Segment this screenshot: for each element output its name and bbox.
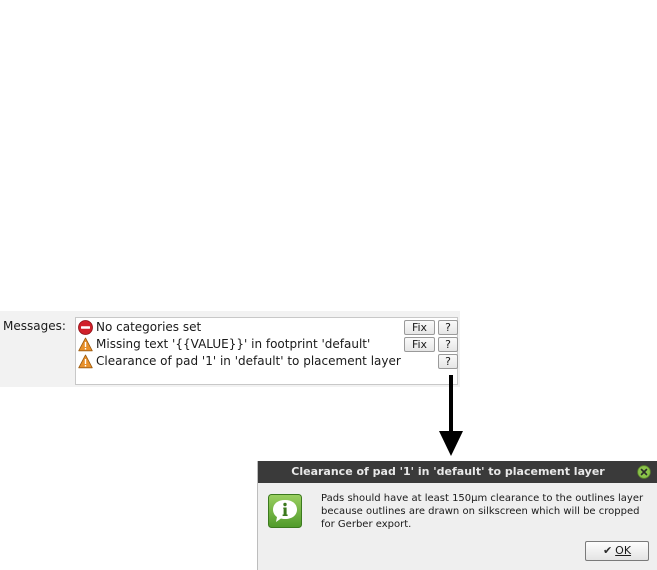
info-icon xyxy=(268,494,302,528)
message-text: Clearance of pad '1' in 'default' to pla… xyxy=(96,354,401,368)
ok-button[interactable]: ✔ OK xyxy=(585,541,649,561)
warning-icon xyxy=(78,337,93,352)
dialog-title: Clearance of pad '1' in 'default' to pla… xyxy=(291,465,605,478)
help-button[interactable]: ? xyxy=(438,337,458,352)
check-icon: ✔ xyxy=(602,544,613,557)
close-icon[interactable] xyxy=(637,465,651,479)
arrow-down-icon xyxy=(439,375,463,456)
ok-button-label: OK xyxy=(615,544,632,557)
messages-label: Messages: xyxy=(3,319,66,333)
fix-button[interactable]: Fix xyxy=(404,320,435,335)
error-icon xyxy=(78,320,93,335)
dialog-message: Pads should have at least 150µm clearanc… xyxy=(321,493,644,530)
messages-panel: Messages: No categories set Fix ? Missin… xyxy=(0,311,460,387)
warning-icon xyxy=(78,354,93,369)
help-button[interactable]: ? xyxy=(438,354,458,369)
message-row-warning[interactable]: Clearance of pad '1' in 'default' to pla… xyxy=(76,353,458,370)
info-dialog: Clearance of pad '1' in 'default' to pla… xyxy=(257,461,657,570)
message-row-warning[interactable]: Missing text '{{VALUE}}' in footprint 'd… xyxy=(76,336,458,353)
message-text: No categories set xyxy=(96,320,202,334)
message-row-error[interactable]: No categories set Fix ? xyxy=(76,319,458,336)
help-button[interactable]: ? xyxy=(438,320,458,335)
fix-button[interactable]: Fix xyxy=(404,337,435,352)
messages-list: No categories set Fix ? Missing text '{{… xyxy=(75,317,458,385)
dialog-titlebar[interactable]: Clearance of pad '1' in 'default' to pla… xyxy=(258,461,657,483)
message-text: Missing text '{{VALUE}}' in footprint 'd… xyxy=(96,337,371,351)
